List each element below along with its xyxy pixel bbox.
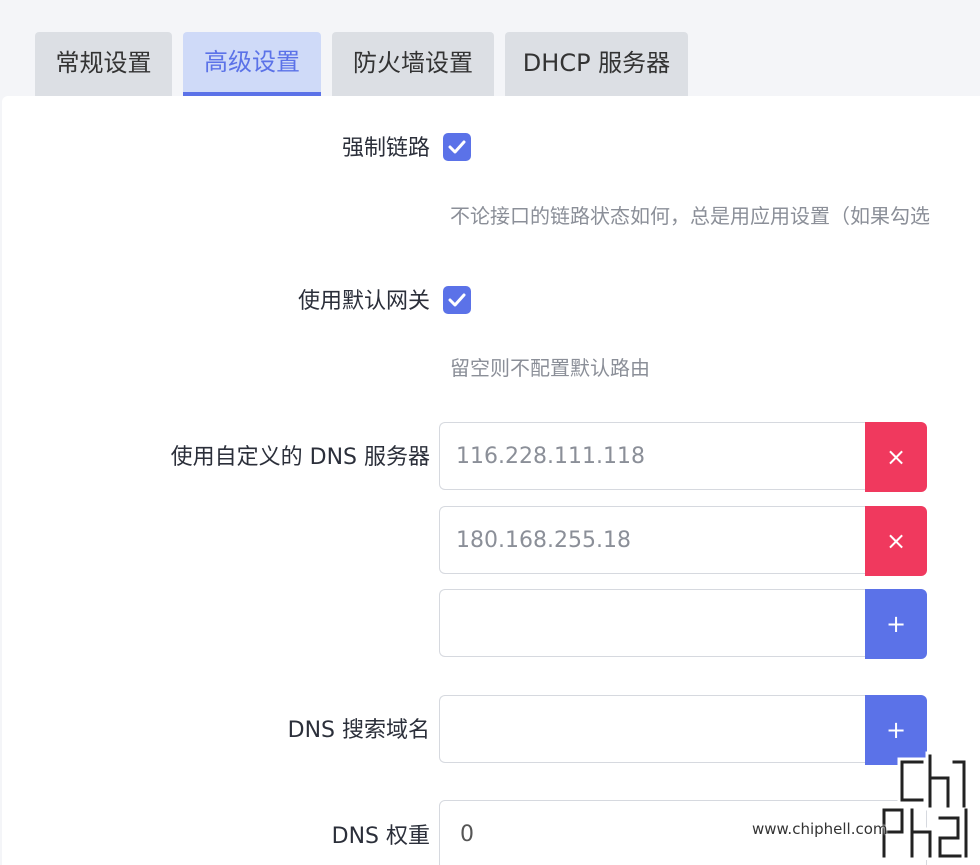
dns-server-row: 180.168.255.18 × bbox=[439, 506, 927, 576]
dns-search-label: DNS 搜索域名 bbox=[287, 718, 430, 743]
dns-weight-label: DNS 权重 bbox=[331, 824, 430, 849]
checkmark-icon bbox=[448, 293, 466, 307]
tab-advanced-settings[interactable]: 高级设置 bbox=[183, 32, 321, 96]
dns-server-input[interactable]: 180.168.255.18 bbox=[439, 506, 865, 574]
default-gateway-description: 留空则不配置默认路由 bbox=[450, 356, 650, 380]
dns-server-input[interactable]: 116.228.111.118 bbox=[439, 422, 865, 490]
remove-dns-button[interactable]: × bbox=[865, 506, 927, 576]
network-interface-settings: 常规设置 高级设置 防火墙设置 DHCP 服务器 强制链路 不论接口的链路状态如… bbox=[0, 0, 980, 865]
remove-dns-button[interactable]: × bbox=[865, 422, 927, 492]
dns-server-row: 116.228.111.118 × bbox=[439, 422, 927, 492]
force-link-label: 强制链路 bbox=[341, 136, 430, 161]
chiphell-logo-icon bbox=[879, 751, 971, 860]
custom-dns-label: 使用自定义的 DNS 服务器 bbox=[170, 445, 430, 470]
force-link-description: 不论接口的链路状态如何，总是用应用设置（如果勾选 bbox=[450, 204, 930, 228]
tab-general-settings[interactable]: 常规设置 bbox=[35, 32, 172, 96]
checkmark-icon bbox=[448, 140, 466, 154]
tab-dhcp-server[interactable]: DHCP 服务器 bbox=[505, 32, 688, 96]
add-dns-button[interactable]: + bbox=[865, 589, 927, 659]
dns-server-input-empty[interactable] bbox=[439, 589, 865, 657]
default-gateway-label: 使用默认网关 bbox=[297, 289, 430, 314]
dns-server-row: + bbox=[439, 589, 927, 659]
force-link-checkbox[interactable] bbox=[443, 133, 471, 161]
chiphell-watermark: www.chiphell.com bbox=[752, 748, 972, 860]
tab-firewall-settings[interactable]: 防火墙设置 bbox=[332, 32, 494, 96]
default-gateway-checkbox[interactable] bbox=[443, 286, 471, 314]
watermark-text: www.chiphell.com bbox=[752, 820, 888, 838]
